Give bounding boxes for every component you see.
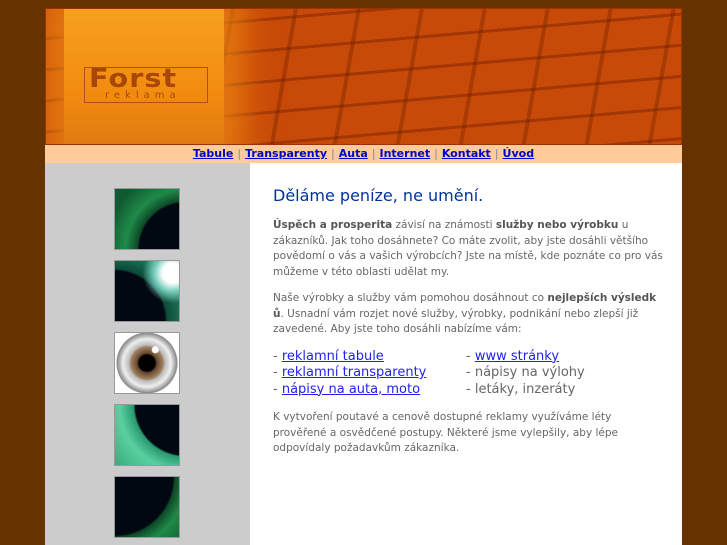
link-reklamni-transparenty[interactable]: reklamní transparenty <box>282 365 427 380</box>
list-item: - reklamní transparenty <box>273 365 427 380</box>
list-item: - nápisy na výlohy <box>466 365 585 380</box>
green-iris-highlight-icon <box>114 260 180 322</box>
green-iris-icon <box>114 188 180 250</box>
nav-transparenty[interactable]: Transparenty <box>245 147 327 160</box>
page-container: Forst reklama Tabule | Transparenty | Au… <box>45 8 682 545</box>
eyeball-icon <box>114 332 180 394</box>
page-title: Děláme peníze, ne umění. <box>273 186 484 205</box>
sidebar <box>45 163 250 545</box>
closing-paragraph: K vytvoření poutavé a cenově dostupné re… <box>273 411 619 454</box>
top-nav: Tabule | Transparenty | Auta | Internet … <box>45 145 682 163</box>
services-paragraph: Naše výrobky a služby vám pomohou dosáhn… <box>273 292 657 335</box>
services-list: - reklamní tabule - reklamní transparent… <box>273 349 663 399</box>
link-reklamni-tabule[interactable]: reklamní tabule <box>282 349 384 364</box>
intro-paragraph: Úspěch a prosperita závisí na známosti s… <box>273 219 663 278</box>
header-banner: Forst reklama <box>45 8 682 145</box>
nav-uvod[interactable]: Úvod <box>503 147 535 160</box>
list-item: - reklamní tabule <box>273 348 384 364</box>
link-napisy-auta[interactable]: nápisy na auta, moto <box>282 382 420 397</box>
list-item: - www stránky <box>466 348 560 364</box>
dark-green-iris-icon <box>114 476 180 538</box>
nav-kontakt[interactable]: Kontakt <box>442 147 491 160</box>
light-green-iris-icon <box>114 404 180 466</box>
link-www-stranky[interactable]: www stránky <box>475 349 559 364</box>
nav-auta[interactable]: Auta <box>339 147 368 160</box>
list-item: - nápisy na auta, moto <box>273 381 421 397</box>
nav-internet[interactable]: Internet <box>380 147 431 160</box>
list-item: - letáky, inzeráty <box>466 381 576 397</box>
nav-tabule[interactable]: Tabule <box>193 147 233 160</box>
forst-logo: Forst reklama <box>84 64 208 103</box>
main-content: Děláme peníze, ne umění. Úspěch a prospe… <box>273 186 663 468</box>
